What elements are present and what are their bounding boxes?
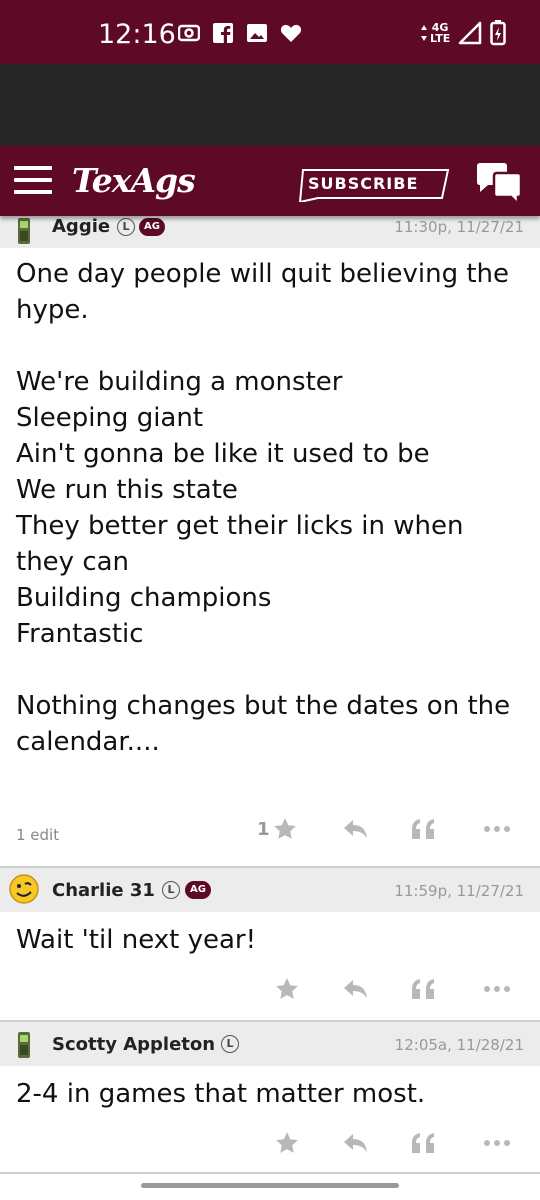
more-button[interactable]	[482, 814, 512, 844]
more-icon	[484, 826, 510, 832]
reply-button[interactable]	[342, 974, 370, 1004]
quote-icon	[412, 819, 434, 839]
quote-button[interactable]	[410, 974, 438, 1004]
system-band	[0, 64, 540, 146]
star-icon	[273, 818, 296, 839]
radio-icon	[178, 24, 200, 42]
badge-l: L	[117, 218, 135, 236]
status-system-icons: 4G LTE	[420, 20, 506, 46]
quote-button[interactable]	[410, 1128, 438, 1158]
status-time: 12:16	[98, 19, 176, 50]
post-username[interactable]: Charlie 31	[52, 880, 155, 901]
post-divider	[0, 1172, 540, 1174]
battery-icon	[490, 20, 506, 46]
reply-icon	[344, 820, 367, 838]
badge-ag: AG	[139, 218, 165, 236]
subscribe-button[interactable]: SUBSCRIBE	[308, 174, 418, 193]
quote-button[interactable]	[410, 814, 438, 844]
more-button[interactable]	[482, 974, 512, 1004]
more-button[interactable]	[482, 1128, 512, 1158]
heart-icon	[280, 24, 302, 42]
data-arrows-icon	[421, 25, 427, 41]
badge-l: L	[162, 881, 180, 899]
badge-ag: AG	[185, 881, 211, 899]
post-body: One day people will quit believing the h…	[16, 259, 511, 757]
facebook-icon	[213, 23, 233, 43]
phone-icon	[18, 218, 30, 244]
app-header: TexAgs SUBSCRIBE	[0, 146, 540, 216]
status-bar: 12:16 4G LTE	[0, 0, 540, 64]
star-button[interactable]	[274, 974, 300, 1004]
post-body: Wait 'til next year!	[16, 925, 257, 955]
star-button[interactable]	[274, 1128, 300, 1158]
chat-icon[interactable]	[474, 162, 524, 206]
star-button[interactable]: 1	[257, 814, 298, 844]
post-actions: 1 edit 1	[0, 808, 540, 848]
star-icon	[276, 1132, 298, 1153]
star-icon	[276, 978, 298, 999]
post-timestamp: 12:05a, 11/28/21	[394, 1036, 524, 1054]
post-timestamp: 11:59p, 11/27/21	[394, 882, 524, 900]
post-actions	[0, 968, 540, 1008]
post-header: Charlie 31 L AG 11:59p, 11/27/21	[0, 868, 540, 912]
post-body: 2-4 in games that matter most.	[16, 1079, 426, 1109]
image-icon	[247, 24, 267, 42]
more-icon	[484, 1140, 510, 1146]
reply-icon	[344, 1134, 367, 1152]
edit-note[interactable]: 1 edit	[16, 826, 59, 844]
post-timestamp: 11:30p, 11/27/21	[394, 218, 524, 236]
post-username[interactable]: Aggie	[52, 216, 110, 237]
post-actions	[0, 1122, 540, 1162]
post-header: Scotty Appleton L 12:05a, 11/28/21	[0, 1022, 540, 1066]
menu-icon[interactable]	[14, 166, 52, 196]
phone-icon	[18, 1032, 30, 1058]
signal-icon	[458, 21, 482, 45]
badge-l: L	[221, 1035, 239, 1053]
site-logo[interactable]: TexAgs	[72, 161, 196, 200]
more-icon	[484, 986, 510, 992]
reply-icon	[344, 980, 367, 998]
star-count: 1	[257, 818, 270, 840]
reply-button[interactable]	[342, 1128, 370, 1158]
reply-button[interactable]	[342, 814, 370, 844]
smiley-icon	[9, 874, 39, 904]
network-indicator: 4G LTE	[420, 22, 450, 44]
status-notification-icons	[178, 22, 302, 44]
post-username[interactable]: Scotty Appleton	[52, 1034, 215, 1055]
home-indicator[interactable]	[141, 1183, 399, 1188]
network-subtype: LTE	[430, 32, 451, 45]
quote-icon	[412, 979, 434, 999]
quote-icon	[412, 1133, 434, 1153]
